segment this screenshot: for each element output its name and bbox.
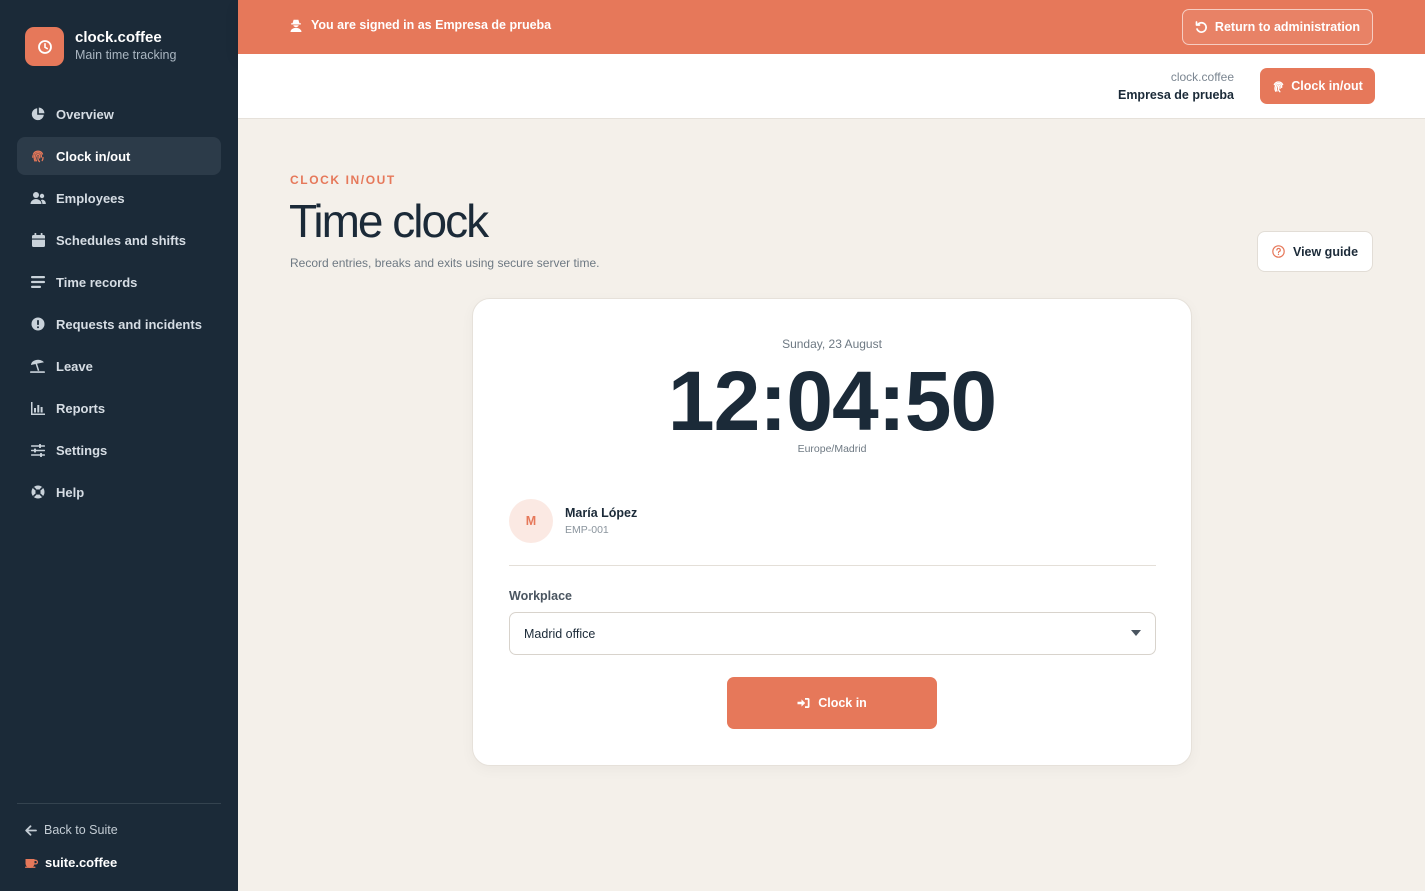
sidebar-nav: Overview Clock in/out Employees Schedule… [17, 95, 221, 515]
sidebar-item-help[interactable]: Help [17, 473, 221, 511]
clock-in-button[interactable]: Clock in [727, 677, 937, 729]
page-title: Time clock [289, 195, 489, 247]
return-to-administration-label: Return to administration [1214, 20, 1361, 34]
sidebar-item-employees[interactable]: Employees [17, 179, 221, 217]
sliders-icon [30, 442, 46, 458]
view-guide-label: View guide [1292, 244, 1359, 259]
coffee-cup-icon [25, 857, 38, 868]
lifebuoy-icon [30, 484, 46, 500]
workplace-label: Workplace [509, 589, 572, 603]
sidebar-item-reports[interactable]: Reports [17, 389, 221, 427]
employee-info: M María López EMP-001 [509, 499, 637, 543]
workplace-select[interactable]: Madrid office [509, 612, 1156, 655]
bar-chart-icon [30, 400, 46, 416]
clock-in-label: Clock in [818, 696, 867, 710]
sidebar-item-label: Leave [56, 358, 93, 374]
arrow-left-icon [25, 824, 37, 836]
clock-in-out-header-button[interactable]: Clock in/out [1260, 68, 1375, 104]
calendar-icon [30, 232, 46, 248]
impersonation-banner: You are signed in as Empresa de prueba R… [238, 0, 1425, 54]
current-time: 12:04:50 [667, 354, 997, 448]
sidebar-item-label: Help [56, 484, 85, 500]
view-guide-button[interactable]: View guide [1257, 231, 1373, 272]
return-to-administration-button[interactable]: Return to administration [1182, 9, 1373, 45]
top-bar: clock.coffee Empresa de prueba Clock in/… [238, 54, 1425, 119]
sidebar-item-schedules-and-shifts[interactable]: Schedules and shifts [17, 221, 221, 259]
sidebar-item-label: Reports [56, 400, 106, 416]
sign-in-icon [797, 697, 810, 709]
banner-text: You are signed in as Empresa de prueba [311, 18, 552, 32]
alert-circle-icon [30, 316, 46, 332]
avatar: M [509, 499, 553, 543]
back-to-suite-link[interactable]: Back to Suite [25, 823, 118, 837]
sidebar-item-label: Time records [56, 274, 138, 290]
timezone: Europe/Madrid [797, 443, 867, 455]
brand[interactable]: clock.coffee Main time tracking [25, 27, 176, 66]
sidebar-item-time-records[interactable]: Time records [17, 263, 221, 301]
time-clock-card: Sunday, 23 August 12:04:50 Europe/Madrid… [472, 298, 1192, 766]
users-icon [30, 190, 46, 206]
company-name: Empresa de prueba [1117, 88, 1234, 102]
umbrella-beach-icon [30, 358, 46, 374]
sidebar-item-label: Clock in/out [56, 148, 131, 164]
sidebar-item-label: Requests and incidents [56, 316, 202, 332]
user-secret-icon [290, 19, 302, 32]
sidebar-item-overview[interactable]: Overview [17, 95, 221, 133]
employee-code: EMP-001 [565, 523, 609, 536]
card-divider [509, 565, 1156, 566]
help-circle-icon [1272, 245, 1285, 258]
brand-subtitle: Main time tracking [75, 48, 177, 62]
app-name: clock.coffee [1170, 70, 1234, 84]
sidebar-item-clock-in-out[interactable]: Clock in/out [17, 137, 221, 175]
sidebar-item-label: Employees [56, 190, 125, 206]
brand-name: clock.coffee [75, 29, 162, 46]
suite-label: suite.coffee [45, 855, 118, 870]
sidebar-item-label: Schedules and shifts [56, 232, 187, 248]
undo-icon [1195, 20, 1208, 34]
sidebar-item-settings[interactable]: Settings [17, 431, 221, 469]
suite-brand[interactable]: suite.coffee [25, 855, 117, 870]
sidebar-item-label: Overview [56, 106, 114, 122]
page-eyebrow: CLOCK IN/OUT [290, 173, 396, 187]
fingerprint-icon [30, 148, 46, 164]
caret-down-icon [1131, 630, 1141, 636]
sidebar: clock.coffee Main time tracking Overview… [0, 0, 238, 891]
employee-name: María López [565, 505, 638, 520]
current-date: Sunday, 23 August [782, 337, 882, 351]
fingerprint-icon [1272, 80, 1285, 93]
sidebar-item-requests-and-incidents[interactable]: Requests and incidents [17, 305, 221, 343]
sidebar-divider [17, 803, 221, 804]
clock-logo-icon [25, 27, 64, 66]
workplace-selected-value: Madrid office [524, 626, 596, 641]
back-to-suite-label: Back to Suite [44, 823, 118, 837]
organization-info: clock.coffee Empresa de prueba [1118, 69, 1234, 104]
pie-chart-icon [30, 106, 46, 122]
sidebar-item-leave[interactable]: Leave [17, 347, 221, 385]
clock-in-out-header-label: Clock in/out [1291, 79, 1363, 93]
list-icon [30, 274, 46, 290]
page-subtitle: Record entries, breaks and exits using s… [290, 256, 600, 270]
sidebar-item-label: Settings [56, 442, 108, 458]
